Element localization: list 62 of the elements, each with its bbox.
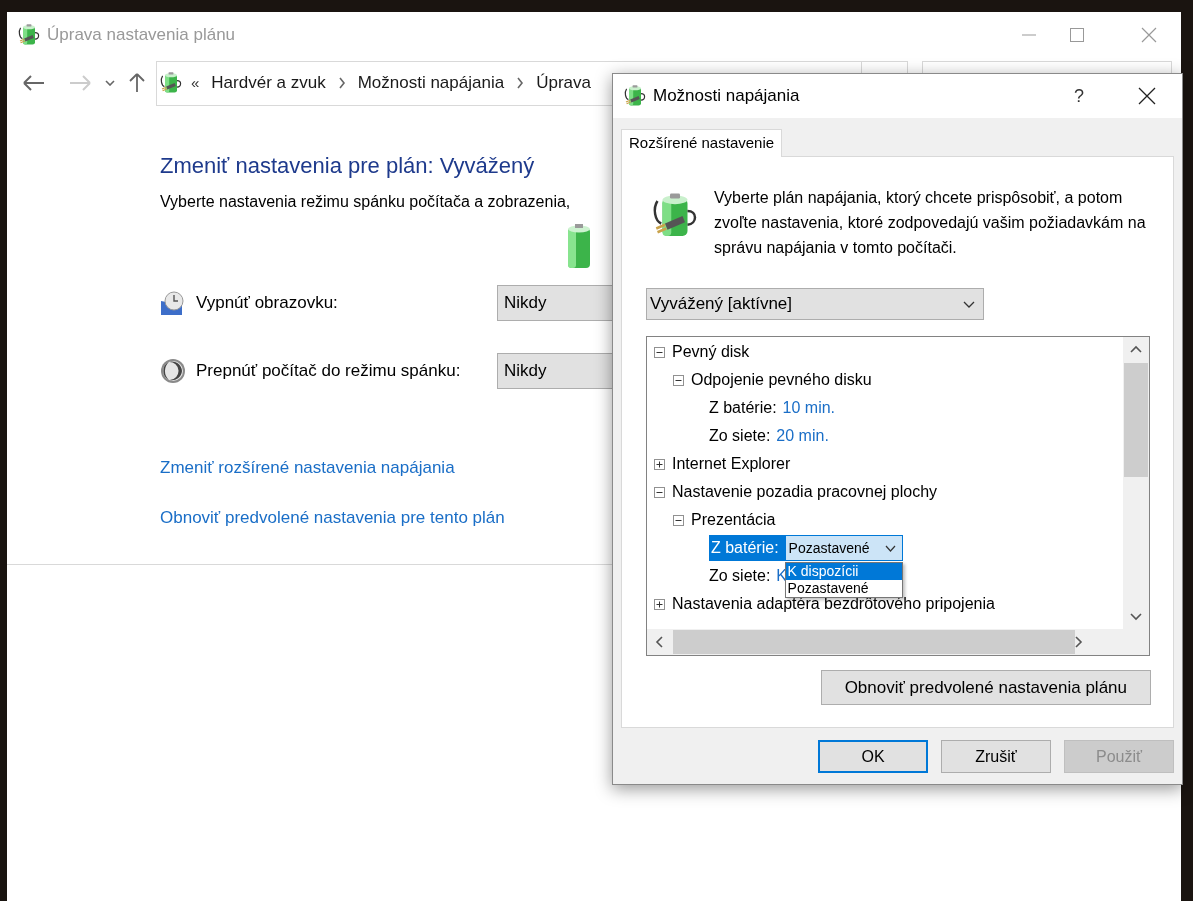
vertical-scrollbar[interactable] [1123, 337, 1149, 629]
moon-icon [160, 358, 186, 384]
back-arrow-icon[interactable] [23, 75, 45, 91]
overflow-chevron[interactable]: « [191, 71, 200, 95]
link[interactable]: Zmeniť rozšírené nastavenia napájania [160, 455, 455, 481]
breadcrumb-link[interactable]: Hardvér a zvuk [211, 70, 326, 96]
setting-value[interactable]: 10 min. [782, 396, 836, 420]
plan-value: Vyvážený [aktívne] [650, 293, 794, 316]
dialog-button[interactable]: Zrušiť [941, 740, 1051, 773]
restore-defaults-button[interactable]: Obnoviť predvolené nastavenia plánu [820, 670, 1151, 705]
tree-item[interactable]: Prezentácia [691, 508, 776, 532]
setting-label[interactable]: Z batérie: [709, 396, 777, 420]
caret-icon [884, 544, 896, 552]
up-arrow-icon[interactable] [129, 73, 145, 93]
expand-icon[interactable] [654, 458, 665, 470]
description-text: Vyberte nastavenia režimu spánku počítača a zobrazenia, [160, 192, 571, 212]
scroll-thumb[interactable] [673, 630, 1075, 654]
battery-plug-icon [623, 84, 647, 108]
setting-label[interactable]: Zo siete: [709, 424, 771, 448]
dropdown-value: Pozastavené [788, 538, 871, 558]
tab[interactable]: Rozšírené nastavenie [621, 129, 783, 157]
tree-item[interactable]: Internet Explorer [672, 452, 791, 476]
setting-value[interactable]: 20 min. [776, 424, 829, 448]
battery-plug-icon [17, 22, 41, 47]
caret-icon[interactable] [105, 80, 115, 86]
close-icon[interactable] [1138, 87, 1156, 105]
caret-icon [963, 300, 975, 308]
collapse-icon[interactable] [673, 374, 684, 386]
breadcrumb-link[interactable]: Možnosti napájania [357, 70, 505, 96]
intro-text: Vyberte plán napájania, ktorý chcete prispôsobiť, a potom zvoľte nastavenia, ktoré zodpovedajú vašim požiadavkám na správu napájania v tomto počítači. [714, 188, 1147, 258]
setting-label: Vypnúť obrazovku: [196, 292, 339, 315]
scroll-thumb[interactable] [1124, 363, 1148, 477]
collapse-icon[interactable] [654, 486, 665, 498]
expand-icon[interactable] [654, 598, 665, 610]
horizontal-scrollbar[interactable] [647, 629, 1123, 655]
dialog-title: Možnosti napájania [653, 85, 800, 108]
plan-dropdown[interactable]: Vyvážený [aktívne] [646, 288, 984, 320]
collapse-icon[interactable] [654, 346, 665, 358]
scroll-up-icon[interactable] [1130, 345, 1142, 353]
battery-icon [566, 224, 592, 270]
tree-item[interactable]: Odpojenie pevného disku [691, 368, 872, 392]
dropdown-option[interactable]: K dispozícii [785, 563, 902, 580]
chevron-right-icon [516, 77, 525, 89]
scroll-left-icon[interactable] [655, 636, 663, 648]
tree-item[interactable]: Pevný disk [672, 340, 750, 364]
battery-plug-icon [159, 71, 183, 95]
collapse-icon[interactable] [673, 514, 684, 526]
window-title: Úprava nastavenia plánu [47, 23, 236, 46]
breadcrumb-link[interactable]: Úprava [536, 70, 591, 96]
setting-label: Prepnúť počítač do režimu spánku: [196, 360, 462, 383]
maximize-icon[interactable] [1069, 26, 1085, 43]
setting-label[interactable]: Zo siete: [709, 564, 771, 588]
setting-label[interactable]: Z batérie: [709, 535, 785, 561]
scroll-down-icon[interactable] [1130, 613, 1142, 621]
scroll-right-icon[interactable] [1075, 636, 1083, 648]
tree-item[interactable]: Nastavenie pozadia pracovnej plochy [672, 480, 938, 504]
dialog-button[interactable]: OK [818, 740, 928, 773]
clock-icon [160, 291, 186, 315]
chevron-right-icon [337, 77, 346, 89]
link[interactable]: Obnoviť predvolené nastavenia pre tento plán [160, 504, 505, 530]
help-button[interactable]: ? [1072, 82, 1086, 110]
page-heading: Zmeniť nastavenia pre plán: Vyvážený [160, 152, 536, 180]
